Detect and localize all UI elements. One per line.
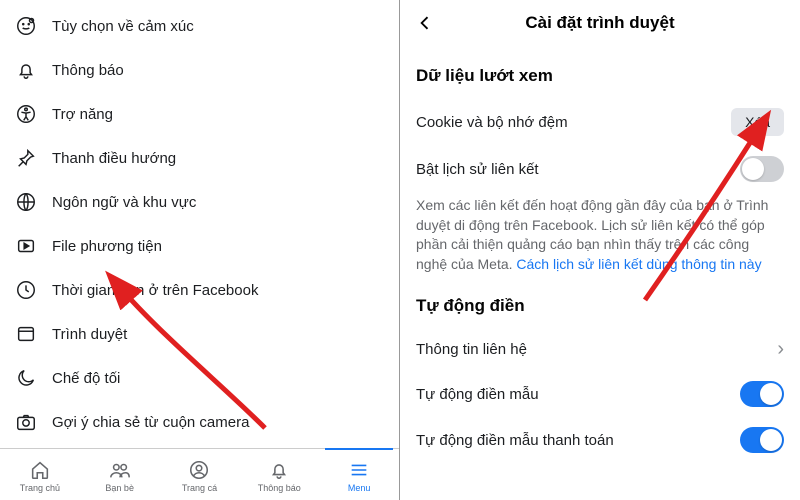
accessibility-icon: [14, 102, 38, 126]
row-autofill-payment: Tự động điền mẫu thanh toán: [416, 417, 784, 463]
clock-icon: [14, 278, 38, 302]
tab-home[interactable]: Trang chủ: [0, 449, 80, 500]
row-label: Trình duyệt: [52, 326, 127, 343]
chevron-right-icon: ›: [777, 338, 784, 361]
media-icon: [14, 234, 38, 258]
row-label: Bật lịch sử liên kết: [416, 161, 539, 178]
row-label: File phương tiện: [52, 238, 162, 255]
row-label: Gợi ý chia sẻ từ cuộn camera: [52, 414, 249, 431]
clear-button[interactable]: Xóa: [731, 108, 784, 136]
row-browser[interactable]: Trình duyệt: [0, 312, 399, 356]
row-media[interactable]: File phương tiện: [0, 224, 399, 268]
tab-label: Menu: [348, 483, 371, 493]
autofill-form-toggle[interactable]: [740, 381, 784, 407]
link-history-description: Xem các liên kết đến hoạt động gần đây c…: [416, 196, 784, 274]
section-browsing-data: Dữ liệu lướt xem: [416, 66, 784, 86]
link-history-info-link[interactable]: Cách lịch sử liên kết dùng thông tin này: [516, 256, 761, 272]
bell-icon: [14, 58, 38, 82]
browser-icon: [14, 322, 38, 346]
row-autofill-form: Tự động điền mẫu: [416, 371, 784, 417]
row-language[interactable]: Ngôn ngữ và khu vực: [0, 180, 399, 224]
row-label: Trợ năng: [52, 106, 113, 123]
row-label: Cookie và bộ nhớ đệm: [416, 114, 568, 131]
row-camera[interactable]: Gợi ý chia sẻ từ cuộn camera: [0, 400, 399, 444]
autofill-payment-toggle[interactable]: [740, 427, 784, 453]
tab-profile[interactable]: Trang cá: [160, 449, 240, 500]
row-label: Thanh điều hướng: [52, 150, 176, 167]
tab-label: Thông báo: [258, 483, 301, 493]
friends-icon: [109, 459, 131, 481]
globe-icon: [14, 190, 38, 214]
bottom-tabbar: Trang chủ Bạn bè Trang cá Thông báo Menu: [0, 448, 399, 500]
row-label: Thông tin liên hệ: [416, 341, 527, 358]
page-title: Cài đặt trình duyệt: [525, 13, 674, 33]
settings-list: Tùy chọn về cảm xúc Thông báo Trợ năng T…: [0, 0, 399, 448]
tab-menu[interactable]: Menu: [319, 449, 399, 500]
moon-icon: [14, 366, 38, 390]
tab-friends[interactable]: Bạn bè: [80, 449, 160, 500]
row-label: Tự động điền mẫu: [416, 386, 539, 403]
row-cookie-cache: Cookie và bộ nhớ đệm Xóa: [416, 98, 784, 146]
row-label: Tự động điền mẫu thanh toán: [416, 432, 614, 449]
tab-label: Trang chủ: [20, 483, 60, 493]
camera-icon: [14, 410, 38, 434]
smiley-gear-icon: [14, 14, 38, 38]
chevron-left-icon: [415, 13, 435, 33]
link-history-toggle[interactable]: [740, 156, 784, 182]
home-icon: [29, 459, 51, 481]
pin-icon: [14, 146, 38, 170]
row-time[interactable]: Thời gian bạn ở trên Facebook: [0, 268, 399, 312]
tab-label: Trang cá: [182, 483, 217, 493]
section-autofill: Tự động điền: [416, 296, 784, 316]
row-label: Thời gian bạn ở trên Facebook: [52, 282, 258, 299]
bell-icon: [268, 459, 290, 481]
profile-icon: [188, 459, 210, 481]
row-contact-info[interactable]: Thông tin liên hệ ›: [416, 328, 784, 371]
row-label: Thông báo: [52, 62, 124, 79]
row-darkmode[interactable]: Chế độ tối: [0, 356, 399, 400]
tab-label: Bạn bè: [105, 483, 134, 493]
row-notifications[interactable]: Thông báo: [0, 48, 399, 92]
row-link-history: Bật lịch sử liên kết: [416, 146, 784, 192]
row-label: Tùy chọn về cảm xúc: [52, 18, 194, 35]
row-label: Chế độ tối: [52, 370, 120, 387]
browser-settings-header: Cài đặt trình duyệt: [400, 0, 800, 46]
row-reactions[interactable]: Tùy chọn về cảm xúc: [0, 4, 399, 48]
row-navbar[interactable]: Thanh điều hướng: [0, 136, 399, 180]
tab-notifications[interactable]: Thông báo: [239, 449, 319, 500]
row-accessibility[interactable]: Trợ năng: [0, 92, 399, 136]
menu-icon: [348, 459, 370, 481]
row-label: Ngôn ngữ và khu vực: [52, 194, 196, 211]
back-button[interactable]: [412, 10, 438, 36]
